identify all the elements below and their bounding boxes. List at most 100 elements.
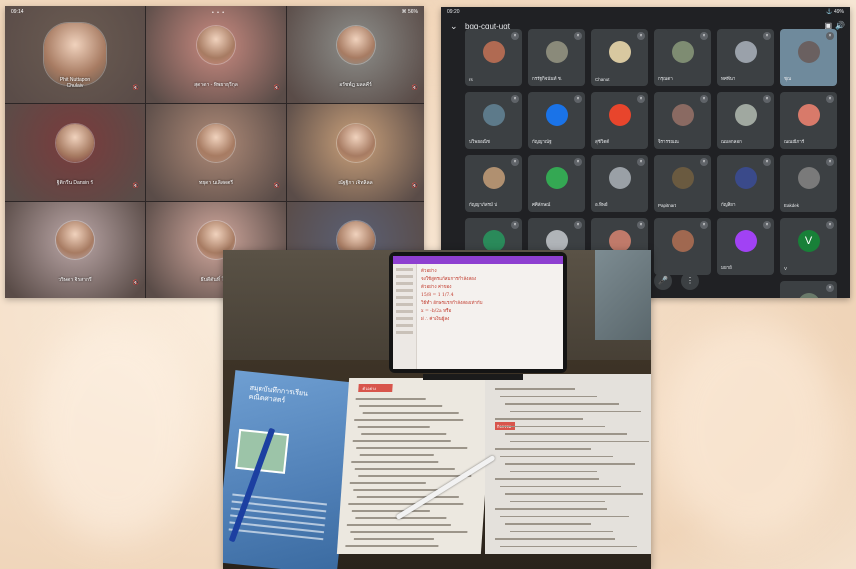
- text-line: [362, 412, 459, 414]
- text-line: [352, 440, 451, 442]
- participant-tile[interactable]: วริษดา จิรสากรี 🔇: [5, 202, 145, 298]
- participant-name: ณณณีการ์: [784, 139, 805, 144]
- participant-tile[interactable]: ฐิติกรีน Dansin รั 🔇: [5, 104, 145, 201]
- participant-name: ทยุดา นเลิสดตรี: [198, 180, 234, 186]
- participant-tile[interactable]: Papitnart ×: [654, 155, 711, 212]
- avatar: [336, 25, 375, 64]
- participant-name: กัญญาภัสรม์ ป: [469, 202, 498, 207]
- participant-tile[interactable]: rs ×: [465, 29, 522, 86]
- status-bar: 09:20 ⚓ 49%: [441, 7, 850, 17]
- mic-off-icon: ×: [826, 158, 834, 166]
- mic-off-icon: ×: [637, 95, 645, 103]
- participant-tile[interactable]: Chanut ×: [591, 29, 648, 86]
- handwritten-line: 15/8 = 1 1/7.4: [421, 293, 454, 298]
- avatar: [608, 167, 631, 189]
- chevron-down-icon[interactable]: ⌄: [450, 21, 458, 32]
- text-line: [510, 440, 649, 442]
- textbook-left-page: ตัวอย่าง: [336, 378, 494, 554]
- participant-tile[interactable]: ทยุดา นเลิสดตรี 🔇: [146, 104, 286, 201]
- text-line: [510, 410, 641, 412]
- participant-name: อ.ทิพย์: [595, 202, 608, 207]
- participant-name: ณมลกลอก: [721, 139, 742, 144]
- avatar: [56, 221, 94, 260]
- text-line: [495, 508, 607, 510]
- participant-tile[interactable]: มยาย์ ×: [717, 218, 774, 275]
- participant-tile[interactable]: ศศิลักษณ์ ×: [528, 155, 585, 212]
- participant-tile[interactable]: กัญญาภัสรม์ ป ×: [465, 155, 522, 212]
- participant-tile[interactable]: อรัชพ์ฎ มลลคีร์ 🔇: [287, 6, 424, 103]
- participant-name: Papitnart: [658, 203, 677, 208]
- mic-off-icon: ×: [574, 221, 582, 229]
- participant-name: กรรัฐกิจนันท์ ช.: [532, 76, 563, 81]
- mic-button[interactable]: 🎤: [654, 272, 672, 290]
- mic-off-icon: ×: [637, 221, 645, 229]
- participant-tile[interactable]: ชายนนท์×: [780, 281, 837, 298]
- mic-off-icon: ×: [826, 221, 834, 229]
- avatar: [482, 104, 505, 126]
- avatar: [734, 41, 757, 63]
- text-line: [510, 470, 597, 472]
- participant-tile[interactable]: จิรารรณณ ×: [654, 92, 711, 149]
- mic-off-icon: ×: [574, 95, 582, 103]
- text-line: [351, 510, 430, 512]
- avatar: [671, 167, 694, 189]
- text-line: [346, 524, 451, 526]
- participant-name: Eakdek: [784, 203, 800, 208]
- more-options-button[interactable]: ⋮: [681, 272, 699, 290]
- participant-tile[interactable]: กรุณดา ×: [654, 29, 711, 86]
- participant-tile[interactable]: ปวิพยอณิช ×: [465, 92, 522, 149]
- participant-name: ปวิพยอณิช: [469, 139, 490, 144]
- mic-off-icon: 🔇: [132, 183, 139, 189]
- participant-tile[interactable]: ทศพีนา ×: [717, 29, 774, 86]
- handwritten-line: ฝ ∴ ค่าเงินผู้ลง: [421, 317, 450, 322]
- participant-name: สุชีวิตต์: [595, 139, 610, 144]
- speaker-icon[interactable]: 🔊: [835, 21, 845, 30]
- participant-tile[interactable]: สุดาดา - ทิพยาธุรีกุล 🔇: [146, 6, 286, 103]
- participant-tile[interactable]: Eakdek ×: [780, 155, 837, 212]
- participant-name: กรุณดา: [658, 76, 673, 81]
- mic-off-icon: 🔇: [132, 85, 139, 91]
- participant-tile[interactable]: กรรัฐกิจนันท์ ช. ×: [528, 29, 585, 86]
- tablet-stand: [423, 374, 523, 380]
- avatar: [545, 230, 568, 252]
- textbook-right-page: กิจกรรม: [485, 374, 651, 554]
- mic-off-icon: 🔇: [132, 280, 139, 286]
- text-line: [500, 515, 629, 517]
- participant-name: ศศิลักษณ์: [532, 202, 551, 207]
- participant-tile[interactable]: ณมลกลอก ×: [717, 92, 774, 149]
- participant-tile[interactable]: ชุณ ×: [780, 29, 837, 86]
- text-line: [356, 447, 468, 449]
- notes-sidebar: [393, 264, 417, 369]
- participant-tile[interactable]: V V ×: [780, 218, 837, 275]
- participant-tile[interactable]: กัญสิยา ×: [717, 155, 774, 212]
- text-line: [353, 538, 434, 540]
- mic-off-icon: ×: [763, 158, 771, 166]
- mic-off-icon: ×: [700, 95, 708, 103]
- participant-name: ณัฐฐิกา เจิทลิลล: [338, 180, 373, 186]
- avatar: [56, 123, 94, 162]
- participant-tile[interactable]: ณณณีการ์ ×: [780, 92, 837, 149]
- participant-tile[interactable]: กัญญาณัฐ ×: [528, 92, 585, 149]
- participant-name: V: [784, 266, 788, 271]
- participant-tile[interactable]: ×: [654, 218, 711, 275]
- avatar: [197, 25, 235, 64]
- avatar: [545, 41, 568, 63]
- tablet-screen: ตัวอย่าง จงใช้สูตรแก้สมการกำลังสอง ตัวอย…: [393, 256, 563, 369]
- participant-tile[interactable]: อ.ทิพย์ ×: [591, 155, 648, 212]
- text-line: [500, 545, 637, 547]
- section-header-text: ตัวอย่าง: [362, 386, 377, 391]
- avatar: [797, 293, 820, 298]
- mic-off-icon: ×: [511, 95, 519, 103]
- text-line: [357, 426, 430, 428]
- text-line: [351, 461, 439, 463]
- avatar: [734, 104, 757, 126]
- participant-name: rs: [469, 77, 473, 82]
- participant-tile[interactable]: สุชีวิตต์ ×: [591, 92, 648, 149]
- handwritten-line: วิธีทำ อักษรแรกกำลังสองเท่ากับ: [421, 301, 483, 306]
- workbook-title: สมุดบันทึกการเรียน คณิตศาสตร์: [248, 383, 309, 405]
- avatar: [734, 230, 757, 252]
- background-blob: [30, 320, 200, 540]
- participant-tile[interactable]: ณัฐฐิกา เจิทลิลล 🔇: [287, 104, 424, 201]
- participant-tile[interactable]: Phit Nuttapon Chulaiv 🔇: [5, 6, 145, 103]
- text-line: [495, 388, 575, 390]
